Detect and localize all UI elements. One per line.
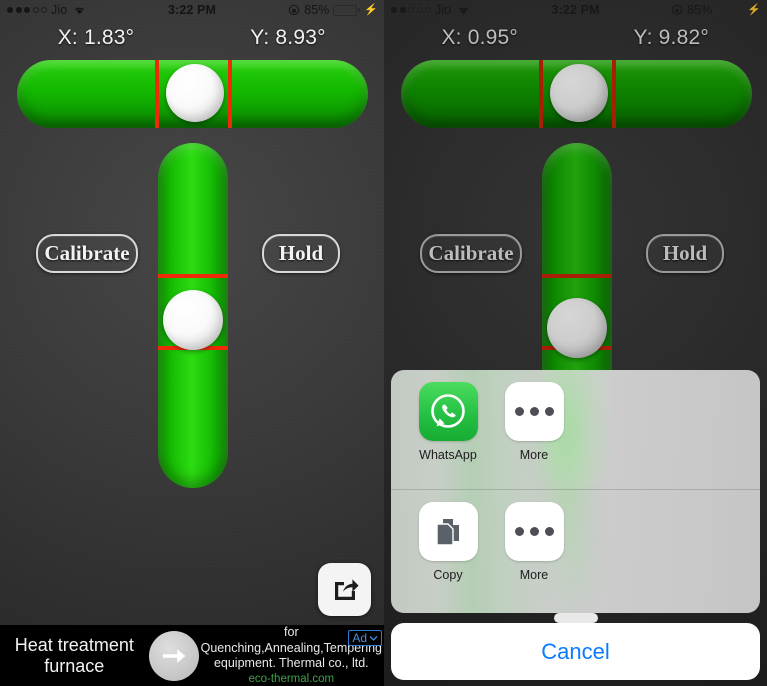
hold-button-label: Hold <box>278 241 324 265</box>
tube-marker-line <box>228 60 232 128</box>
status-bar-right: Jio 3:22 PM 85% ⚡ <box>384 0 767 20</box>
angle-readouts-right: X: 0.95° Y: 9.82° <box>384 26 767 56</box>
clock-label: 3:22 PM <box>551 3 600 17</box>
vertical-level-bubble <box>163 290 223 350</box>
arrow-right-icon[interactable] <box>148 630 199 681</box>
tube-marker-line <box>612 60 616 128</box>
calibrate-button[interactable]: Calibrate <box>36 234 138 273</box>
ad-headline-line1: Heat treatment <box>14 635 134 656</box>
battery-icon <box>716 4 744 16</box>
hold-button[interactable]: Hold <box>262 234 340 273</box>
y-angle-readout: Y: 8.93° <box>250 26 326 49</box>
battery-icon <box>333 4 361 16</box>
x-angle-readout: X: 0.95° <box>441 26 519 49</box>
ad-banner[interactable]: Heat treatment furnace for Quenching,Ann… <box>0 625 384 686</box>
vertical-level-bubble <box>547 298 607 358</box>
status-bar-left: Jio 3:22 PM 85% ⚡ <box>0 0 384 20</box>
ad-headline-line2: furnace <box>44 655 105 676</box>
chevron-down-icon <box>369 631 378 645</box>
tube-marker-line <box>539 60 543 128</box>
cancel-button[interactable]: Cancel <box>391 623 760 680</box>
cancel-button-label: Cancel <box>541 638 610 664</box>
ad-url: eco-thermal.com <box>248 672 335 685</box>
ad-headline: Heat treatment furnace <box>0 635 147 675</box>
y-angle-readout: Y: 9.82° <box>633 26 709 49</box>
share-button[interactable] <box>318 563 371 616</box>
share-box-arrow-icon <box>329 571 361 608</box>
ad-badge-label: Ad <box>352 631 367 645</box>
calibrate-button-label: Calibrate <box>44 241 130 265</box>
screen-left: Jio 3:22 PM 85% ⚡ X: 1.83° Y: 8.93° Cali… <box>0 0 384 686</box>
tube-marker-line <box>158 274 228 278</box>
calibrate-button[interactable]: Calibrate <box>420 234 522 273</box>
calibrate-button-label: Calibrate <box>428 241 514 265</box>
hold-button-label: Hold <box>662 241 708 265</box>
clock-label: 3:22 PM <box>168 3 216 17</box>
horizontal-level-bubble <box>550 64 608 122</box>
tube-marker-line <box>155 60 159 128</box>
ad-body-line2: equipment. Thermal co., ltd. <box>213 656 369 671</box>
x-angle-readout: X: 1.83° <box>57 26 135 49</box>
tube-marker-line <box>542 274 612 278</box>
angle-readouts-left: X: 1.83° Y: 8.93° <box>0 26 384 56</box>
ad-badge[interactable]: Ad <box>348 630 382 646</box>
screen-right: Jio 3:22 PM 85% ⚡ X: 0.95° Y: 9.82° Cali… <box>384 0 767 686</box>
horizontal-level-bubble <box>166 64 224 122</box>
hold-button[interactable]: Hold <box>646 234 724 273</box>
